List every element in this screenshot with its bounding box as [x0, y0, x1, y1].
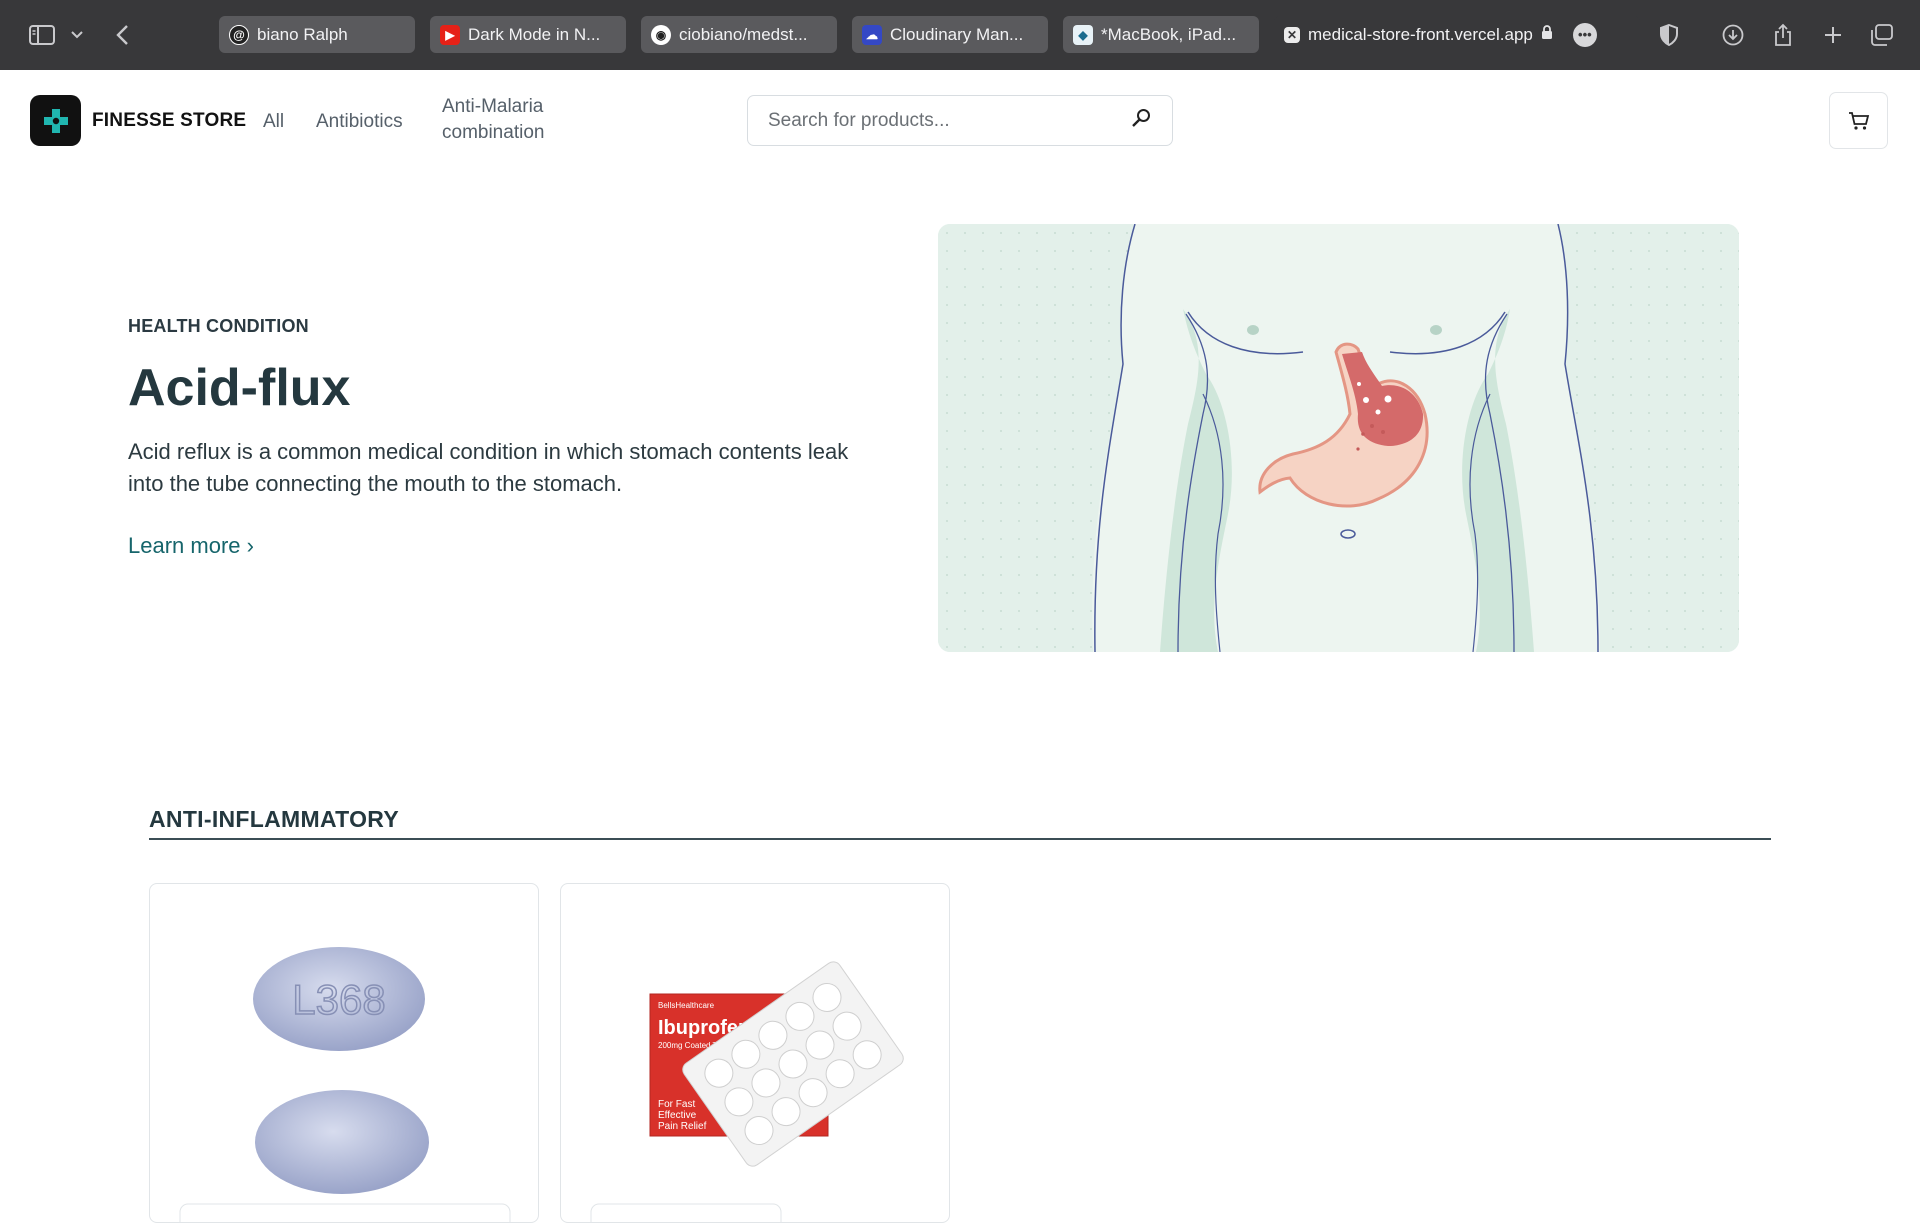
tab-label: Cloudinary Man...	[890, 24, 1024, 44]
more-icon[interactable]: •••	[1572, 22, 1597, 47]
pill-imprint: L368	[292, 976, 385, 1023]
tab-medical-store[interactable]: ✕ medical-store-front.vercel.app •••	[1274, 16, 1640, 53]
threads-icon: @	[229, 24, 249, 45]
tab-cloudinary[interactable]: ☁ Cloudinary Man...	[852, 16, 1048, 53]
share-icon[interactable]	[1768, 0, 1798, 70]
section-title: ANTI-INFLAMMATORY	[149, 806, 399, 832]
tab-label: biano Ralph	[257, 24, 348, 44]
medical-cross-icon	[43, 108, 68, 133]
download-icon[interactable]	[1718, 0, 1748, 70]
hero-eyebrow: HEALTH CONDITION	[128, 316, 309, 336]
product-image-pills: L368	[179, 947, 511, 1222]
github-icon: ◉	[651, 24, 671, 45]
tab-label: ciobiano/medst...	[679, 24, 808, 44]
box-tag-2: Effective	[658, 1110, 697, 1121]
tab-threads[interactable]: @ biano Ralph	[219, 16, 415, 53]
stomach-illustration	[938, 224, 1739, 652]
nav-all[interactable]: All	[263, 109, 284, 135]
search-icon[interactable]	[1130, 107, 1152, 134]
nav-antibiotics[interactable]: Antibiotics	[316, 109, 403, 135]
chevron-down-icon[interactable]	[66, 0, 88, 70]
lock-icon	[1541, 24, 1553, 45]
hero-title: Acid-flux	[128, 359, 351, 417]
site-icon: ◆	[1073, 24, 1093, 45]
tab-youtube[interactable]: ▶ Dark Mode in N...	[430, 16, 626, 53]
store-logo[interactable]	[30, 95, 81, 146]
hero-description: Acid reflux is a common medical conditio…	[128, 439, 849, 496]
nav-label-line2: combination	[442, 122, 545, 143]
product-image-ibuprofen: BellsHealthcare Ibuprofen 200mg Coated T…	[590, 961, 904, 1222]
tab-macbook[interactable]: ◆ *MacBook, iPad...	[1063, 16, 1259, 53]
cart-icon	[1848, 111, 1869, 130]
new-tab-icon[interactable]	[1818, 0, 1848, 70]
tab-label: *MacBook, iPad...	[1101, 24, 1237, 44]
tab-label: Dark Mode in N...	[468, 24, 601, 44]
box-tag-3: Pain Relief	[658, 1121, 707, 1132]
youtube-icon: ▶	[440, 24, 460, 45]
nav-anti-malaria[interactable]: Anti-Malaria combination	[442, 94, 544, 146]
search-box	[747, 95, 1173, 146]
box-brand: BellsHealthcare	[658, 1001, 715, 1010]
nav-label-line1: Anti-Malaria	[442, 96, 544, 117]
tab-github[interactable]: ◉ ciobiano/medst...	[641, 16, 837, 53]
tab-overview-icon[interactable]	[1866, 0, 1898, 70]
learn-more-link[interactable]: Learn more ›	[128, 533, 254, 559]
browser-toolbar: @ biano Ralph ▶ Dark Mode in N... ◉ ciob…	[0, 0, 1920, 70]
product-card[interactable]: L368	[149, 883, 539, 1223]
site-header: FINESSE STORE All Antibiotics Anti-Malar…	[0, 70, 1920, 170]
cloudinary-icon: ☁	[862, 24, 882, 45]
section-divider	[149, 838, 1771, 840]
privacy-shield-icon[interactable]	[1654, 0, 1684, 70]
brand-name[interactable]: FINESSE STORE	[92, 110, 246, 132]
search-input[interactable]	[768, 109, 1130, 132]
sidebar-toggle-icon[interactable]	[24, 0, 60, 70]
box-tag-1: For Fast	[658, 1099, 695, 1110]
product-card[interactable]: BellsHealthcare Ibuprofen 200mg Coated T…	[560, 883, 950, 1223]
close-tab-icon[interactable]: ✕	[1284, 26, 1300, 43]
hero-image	[938, 224, 1739, 652]
tab-label: medical-store-front.vercel.app	[1308, 24, 1533, 44]
cart-button[interactable]	[1829, 92, 1888, 149]
back-icon[interactable]	[108, 0, 136, 70]
